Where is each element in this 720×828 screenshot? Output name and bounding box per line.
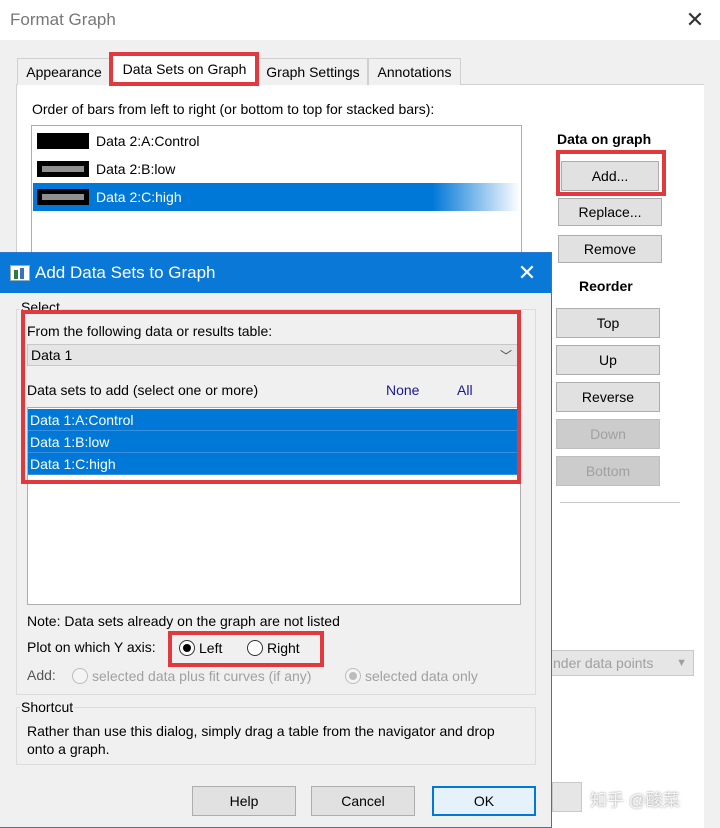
data-only-radio[interactable] bbox=[345, 668, 361, 684]
y-axis-label: Plot on which Y axis: bbox=[27, 639, 156, 655]
fit-curves-label: selected data plus fit curves (if any) bbox=[92, 668, 312, 684]
tab-annotations[interactable]: Annotations bbox=[368, 58, 461, 85]
bar-swatch bbox=[37, 133, 89, 149]
ok-button[interactable]: OK bbox=[432, 786, 536, 816]
down-button[interactable]: Down bbox=[556, 419, 660, 449]
tab-data-sets-on-graph[interactable]: Data Sets on Graph bbox=[111, 55, 258, 86]
order-label: Order of bars from left to right (or bot… bbox=[32, 101, 435, 117]
tab-graph-settings[interactable]: Graph Settings bbox=[258, 58, 368, 85]
select-none-link[interactable]: None bbox=[386, 382, 419, 398]
watermark: 知乎 @酸菜 bbox=[590, 791, 680, 810]
outer-window-title: Format Graph bbox=[10, 10, 116, 29]
outer-close-icon[interactable]: ✕ bbox=[680, 6, 710, 34]
left-axis-label[interactable]: Left bbox=[199, 640, 222, 656]
right-axis-radio[interactable] bbox=[247, 640, 263, 656]
add-data-sets-dialog: Add Data Sets to Graph ✕ Select From the… bbox=[0, 252, 552, 828]
bottom-button[interactable]: Bottom bbox=[556, 456, 660, 486]
dialog-titlebar: Add Data Sets to Graph ✕ bbox=[0, 253, 551, 293]
data-on-graph-heading: Data on graph bbox=[557, 131, 652, 147]
replace-button[interactable]: Replace... bbox=[558, 198, 662, 226]
select-group-label: Select bbox=[20, 299, 61, 315]
select-all-link[interactable]: All bbox=[457, 382, 473, 398]
dialog-close-icon[interactable]: ✕ bbox=[512, 259, 542, 287]
order-item-label: Data 2:B:low bbox=[96, 161, 176, 177]
table-dropdown[interactable]: Data 1 ﹀ bbox=[27, 344, 519, 366]
note-text: Note: Data sets already on the graph are… bbox=[27, 613, 340, 629]
outer-ok-button-edge[interactable] bbox=[552, 782, 582, 812]
shortcut-text: Rather than use this dialog, simply drag… bbox=[27, 723, 495, 757]
reverse-button[interactable]: Reverse bbox=[556, 382, 660, 412]
points-dropdown[interactable]: nder data points ▼ bbox=[546, 650, 694, 676]
add-button[interactable]: Add... bbox=[561, 161, 659, 191]
order-item-label: Data 2:A:Control bbox=[96, 133, 200, 149]
bar-swatch bbox=[37, 189, 89, 205]
bar-swatch bbox=[37, 161, 89, 177]
remove-button[interactable]: Remove bbox=[558, 235, 662, 263]
chevron-down-icon: ▼ bbox=[676, 657, 687, 669]
reorder-heading: Reorder bbox=[579, 278, 633, 294]
right-axis-label[interactable]: Right bbox=[267, 640, 300, 656]
points-dropdown-value: nder data points bbox=[553, 655, 654, 671]
add-option-label: Add: bbox=[27, 667, 56, 683]
order-item-label: Data 2:C:high bbox=[96, 189, 182, 205]
order-list-item[interactable]: Data 2:B:low bbox=[33, 155, 520, 183]
order-list-item-selected[interactable]: Data 2:C:high bbox=[33, 183, 520, 211]
top-button[interactable]: Top bbox=[556, 308, 660, 338]
dataset-list-item[interactable]: Data 1:A:Control bbox=[28, 409, 520, 431]
left-axis-radio[interactable] bbox=[179, 640, 195, 656]
separator bbox=[560, 502, 680, 503]
order-list-item[interactable]: Data 2:A:Control bbox=[33, 127, 520, 155]
from-table-label: From the following data or results table… bbox=[27, 323, 273, 339]
shortcut-group-label: Shortcut bbox=[20, 699, 75, 715]
datasets-list[interactable]: Data 1:A:Control Data 1:B:low Data 1:C:h… bbox=[27, 407, 521, 605]
chevron-down-icon: ﹀ bbox=[499, 349, 512, 363]
order-list[interactable]: Data 2:A:Control Data 2:B:low Data 2:C:h… bbox=[31, 125, 522, 260]
help-button[interactable]: Help bbox=[192, 786, 296, 816]
table-dropdown-value: Data 1 bbox=[31, 347, 73, 363]
dataset-list-item[interactable]: Data 1:B:low bbox=[28, 431, 520, 453]
cancel-button[interactable]: Cancel bbox=[311, 786, 415, 816]
tab-appearance[interactable]: Appearance bbox=[17, 58, 111, 85]
outer-titlebar: Format Graph ✕ bbox=[0, 0, 720, 40]
data-only-label: selected data only bbox=[365, 668, 478, 684]
dialog-title: Add Data Sets to Graph bbox=[35, 263, 216, 282]
fit-curves-radio[interactable] bbox=[72, 668, 88, 684]
graph-icon bbox=[10, 265, 30, 281]
dataset-list-item[interactable]: Data 1:C:high bbox=[28, 453, 520, 475]
datasets-label: Data sets to add (select one or more) bbox=[27, 382, 259, 398]
up-button[interactable]: Up bbox=[556, 345, 660, 375]
